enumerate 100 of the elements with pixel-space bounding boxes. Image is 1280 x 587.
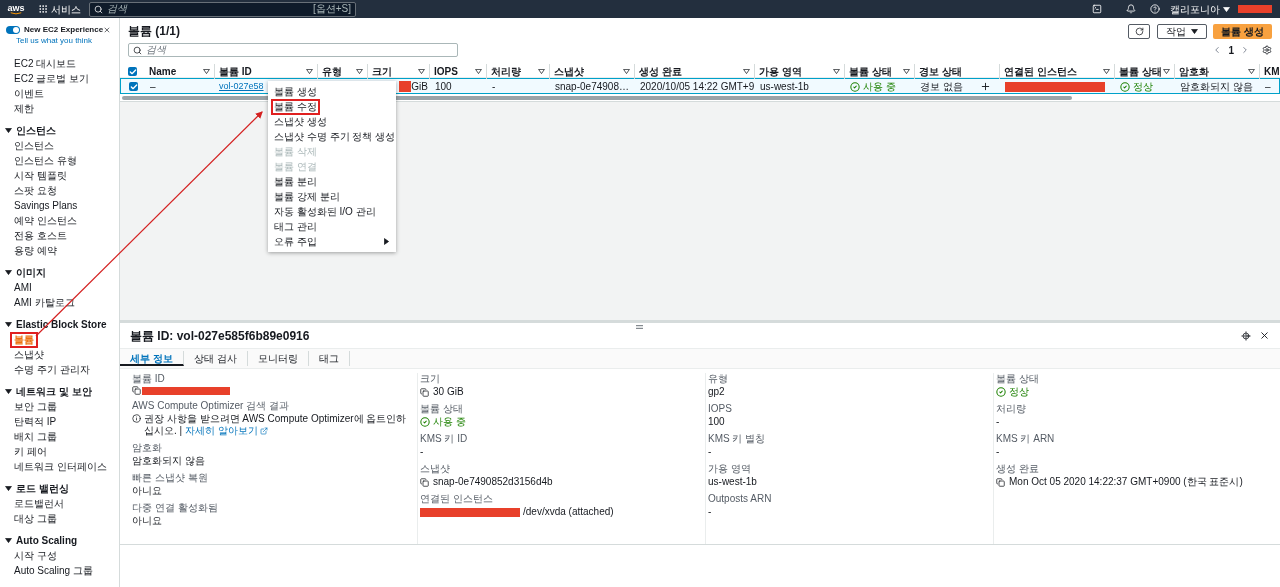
menu-item[interactable]: 스냅샷 수명 주기 정책 생성 bbox=[273, 130, 397, 143]
filter-caret-icon bbox=[1163, 69, 1170, 74]
nav-link[interactable]: Savings Plans bbox=[12, 199, 80, 212]
table-cell-text: snap-0e74908… bbox=[555, 80, 629, 94]
nav-link[interactable]: 스팟 요청 bbox=[12, 184, 59, 197]
tab[interactable]: 모니터링 bbox=[247, 351, 309, 366]
create-volume-button[interactable]: 볼륨 생성 bbox=[1213, 23, 1272, 39]
nav-link[interactable]: 대상 그룹 bbox=[12, 512, 59, 525]
region-selector[interactable]: 캘리포니아 bbox=[1170, 1, 1230, 17]
tab[interactable]: 태그 bbox=[308, 351, 350, 366]
nav-link[interactable]: 시작 템플릿 bbox=[12, 169, 69, 182]
field-label: 빠른 스냅샷 복원 bbox=[132, 472, 209, 484]
column-header[interactable]: 볼륨 ID bbox=[219, 64, 252, 79]
field-value: us-west-1b bbox=[708, 476, 758, 488]
nav-link[interactable]: 네트워크 인터페이스 bbox=[12, 460, 109, 473]
menu-item[interactable]: 자동 활성화된 I/O 관리 bbox=[273, 205, 377, 218]
learn-more-link[interactable]: 자세히 알아보기 bbox=[184, 425, 268, 437]
column-header[interactable]: 스냅샷 bbox=[554, 64, 584, 79]
nav-link[interactable]: 로드밸런서 bbox=[12, 497, 66, 510]
resize-handle-icon[interactable] bbox=[636, 325, 643, 329]
status-check-icon bbox=[420, 417, 430, 427]
menu-item[interactable]: 볼륨 분리 bbox=[273, 175, 318, 188]
add-icon[interactable] bbox=[980, 81, 991, 92]
table-cell-text: us-west-1b bbox=[760, 80, 809, 94]
nav-link[interactable]: 배치 그룹 bbox=[12, 430, 59, 443]
column-header[interactable]: KM bbox=[1264, 64, 1280, 79]
nav-link[interactable]: EC2 대시보드 bbox=[12, 57, 79, 70]
column-header[interactable]: IOPS bbox=[434, 64, 458, 79]
actions-button[interactable]: 작업 bbox=[1157, 23, 1208, 39]
caret-icon bbox=[5, 270, 12, 275]
column-header[interactable]: 생성 완료 bbox=[639, 64, 682, 79]
menu-item[interactable]: 스냅샷 생성 bbox=[273, 115, 328, 128]
refresh-button[interactable] bbox=[1128, 23, 1151, 39]
search-field[interactable]: 검색 bbox=[128, 43, 458, 57]
nav-link[interactable]: 인스턴스 bbox=[12, 139, 56, 152]
column-header[interactable]: 볼륨 상태 bbox=[849, 64, 892, 79]
expand-caret[interactable] bbox=[5, 389, 12, 394]
column-header[interactable]: 가용 영역 bbox=[759, 64, 802, 79]
menu-item[interactable]: 오류 주입 bbox=[273, 235, 391, 248]
feedback-link[interactable]: Tell us what you think bbox=[6, 36, 104, 46]
nav-link[interactable]: 키 페어 bbox=[12, 445, 49, 458]
copy-icon[interactable] bbox=[420, 477, 429, 487]
column-header[interactable]: 처리량 bbox=[491, 64, 521, 79]
menu-item[interactable]: 볼륨 강제 분리 bbox=[273, 190, 341, 203]
search-field[interactable]: 검색 [옵션+S] bbox=[89, 1, 356, 17]
terminal-icon[interactable] bbox=[1092, 4, 1102, 14]
nav-link[interactable]: 보안 그룹 bbox=[12, 400, 59, 413]
settings-icon[interactable] bbox=[1262, 45, 1272, 55]
column-header[interactable]: 경보 상태 bbox=[919, 64, 962, 79]
nav-link[interactable]: 스냅샷 bbox=[12, 348, 46, 361]
field-label: 다중 연결 활성화됨 bbox=[132, 502, 219, 514]
bell-icon[interactable] bbox=[1126, 4, 1136, 14]
copy-icon[interactable] bbox=[996, 477, 1005, 487]
nav-link[interactable]: EC2 글로벌 보기 bbox=[12, 72, 91, 85]
page-number[interactable]: 1 bbox=[1228, 42, 1234, 58]
menu-item[interactable]: 태그 관리 bbox=[273, 220, 318, 233]
column-header[interactable]: 연결된 인스턴스 bbox=[1004, 64, 1077, 79]
column-header[interactable]: 크기 bbox=[372, 64, 392, 79]
nav-link[interactable]: 전용 호스트 bbox=[12, 229, 69, 242]
expand-caret[interactable] bbox=[5, 128, 12, 133]
nav-link[interactable]: 수명 주기 관리자 bbox=[12, 363, 92, 376]
expand-caret[interactable] bbox=[5, 322, 12, 327]
menu-item[interactable]: 볼륨 수정 bbox=[273, 100, 318, 113]
column-header[interactable]: 암호화 bbox=[1179, 64, 1209, 79]
toggle-switch[interactable] bbox=[6, 26, 20, 34]
nav-link[interactable]: 제한 bbox=[12, 102, 36, 115]
target-icon[interactable] bbox=[1241, 330, 1251, 341]
column-header[interactable]: Name bbox=[149, 64, 177, 79]
nav-link[interactable]: 시작 구성 bbox=[12, 549, 59, 562]
checkbox[interactable] bbox=[129, 82, 138, 91]
copy-icon[interactable] bbox=[420, 387, 429, 397]
nav-link[interactable]: 예약 인스턴스 bbox=[12, 214, 79, 227]
field-value: Mon Oct 05 2020 14:22:37 GMT+0900 (한국 표준시) bbox=[1009, 476, 1243, 488]
search-input[interactable]: 검색 bbox=[107, 3, 309, 15]
nav-link[interactable]: Auto Scaling 그룹 bbox=[12, 564, 95, 577]
caret-icon bbox=[5, 538, 12, 543]
caret-icon bbox=[5, 389, 12, 394]
copy-icon[interactable] bbox=[132, 386, 141, 395]
column-header[interactable]: 볼륨 상태 bbox=[1119, 64, 1162, 79]
info-icon bbox=[132, 414, 141, 423]
expand-caret[interactable] bbox=[5, 538, 12, 543]
nav-link[interactable]: 탄력적 IP bbox=[12, 415, 59, 428]
column-header[interactable]: 유형 bbox=[322, 64, 342, 79]
tab[interactable]: 세부 정보 bbox=[120, 351, 184, 366]
nav-link[interactable]: 이벤트 bbox=[12, 87, 46, 100]
expand-caret[interactable] bbox=[5, 486, 12, 491]
nav-link[interactable]: 용량 예약 bbox=[12, 244, 59, 257]
search-input[interactable]: 검색 bbox=[146, 44, 453, 56]
close-icon[interactable] bbox=[1259, 330, 1270, 341]
nav-link[interactable]: AMI bbox=[12, 281, 34, 294]
field-label: KMS 키 ARN bbox=[996, 433, 1056, 445]
tab[interactable]: 상태 검사 bbox=[183, 351, 248, 366]
status-check-icon bbox=[850, 81, 860, 92]
help-icon[interactable] bbox=[1150, 4, 1160, 14]
expand-caret[interactable] bbox=[5, 270, 12, 275]
services-menu-button[interactable]: 서비스 bbox=[38, 1, 81, 17]
filter-caret-icon bbox=[903, 69, 910, 74]
checkbox[interactable] bbox=[128, 67, 137, 76]
volume-id-link[interactable]: vol-027e58 bbox=[219, 79, 264, 94]
nav-link[interactable]: 인스턴스 유형 bbox=[12, 154, 79, 167]
